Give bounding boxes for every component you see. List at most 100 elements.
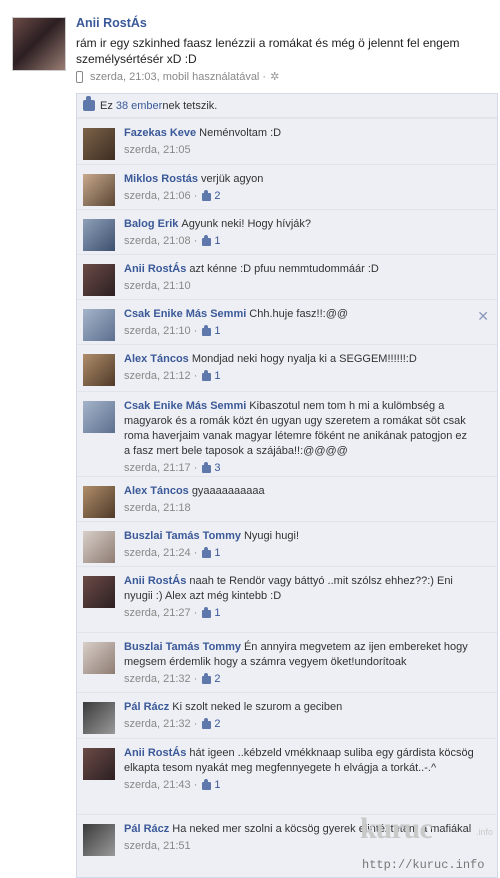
comment-author[interactable]: Alex Táncos <box>124 353 189 365</box>
comment-time[interactable]: szerda, 21:32 · <box>124 717 197 732</box>
watermark-url: http://kuruc.info <box>362 858 485 872</box>
comment-meta: szerda, 21:06 · 2 <box>124 189 474 204</box>
like-count[interactable]: 1 <box>214 606 220 621</box>
like-icon[interactable] <box>202 369 212 381</box>
mobile-phone-icon <box>76 70 83 83</box>
comment: Csak Enike Más Semmi Kibaszotul nem tom h… <box>77 391 497 476</box>
comment-text: gyaaaaaaaaaa <box>191 485 265 497</box>
comment: Fazekas Keve Neménvoltam :D szerda, 21:05 <box>77 118 497 164</box>
thumbs-up-icon <box>83 96 95 111</box>
comment-author[interactable]: Pál Rácz <box>124 701 169 713</box>
like-icon[interactable] <box>202 672 212 684</box>
comment-meta: szerda, 21:05 <box>124 143 474 158</box>
comment-body: Buszlai Tamás Tommy Én annyira megvetem a… <box>124 640 474 687</box>
comment-meta: szerda, 21:27 · 1 <box>124 606 474 621</box>
comment-body: Anii RostÁs hát igeen ..kébzeld vmékknaap… <box>124 746 474 793</box>
comment-author[interactable]: Buszlai Tamás Tommy <box>124 530 241 542</box>
commenter-avatar[interactable] <box>83 576 115 608</box>
comment: Anii RostÁs naah te Rendör vagy báttyó ..… <box>77 566 497 632</box>
commenter-avatar[interactable] <box>83 354 115 386</box>
comment-meta: szerda, 21:32 · 2 <box>124 717 474 732</box>
comment-time[interactable]: szerda, 21:24 · <box>124 546 197 561</box>
commenter-avatar[interactable] <box>83 219 115 251</box>
comment-author[interactable]: Alex Táncos <box>124 485 189 497</box>
comment-body: Anii RostÁs azt kénne :D pfuu nemmtudommá… <box>124 262 474 294</box>
commenter-avatar[interactable] <box>83 824 115 856</box>
like-count[interactable]: 2 <box>214 189 220 204</box>
like-icon[interactable] <box>202 189 212 201</box>
comment-author[interactable]: Fazekas Keve <box>124 127 196 139</box>
like-count[interactable]: 1 <box>214 324 220 339</box>
comment-meta: szerda, 21:43 · 1 <box>124 778 474 793</box>
gear-icon[interactable]: ✲ <box>270 70 279 83</box>
comment-meta: szerda, 21:32 · 2 <box>124 672 474 687</box>
likes-summary: Ez 38 ember nek tetszik. <box>77 94 497 118</box>
comment-author[interactable]: Anii RostÁs <box>124 575 186 587</box>
commenter-avatar[interactable] <box>83 309 115 341</box>
like-count[interactable]: 1 <box>214 778 220 793</box>
comment-time[interactable]: szerda, 21:27 · <box>124 606 197 621</box>
like-icon[interactable] <box>202 606 212 618</box>
like-icon[interactable] <box>202 461 212 473</box>
like-count[interactable]: 1 <box>214 234 220 249</box>
comment-time[interactable]: szerda, 21:10 <box>124 279 191 294</box>
comment-meta: szerda, 21:17 · 3 <box>124 461 474 476</box>
comment-time[interactable]: szerda, 21:10 · <box>124 324 197 339</box>
comment-time[interactable]: szerda, 21:18 <box>124 501 191 516</box>
comment: Buszlai Tamás Tommy Nyugi hugi! szerda, 2… <box>77 521 497 566</box>
comment-author[interactable]: Miklos Rostás <box>124 173 198 185</box>
like-icon[interactable] <box>202 234 212 246</box>
like-icon[interactable] <box>202 324 212 336</box>
comment-author[interactable]: Pál Rácz <box>124 823 169 835</box>
commenter-avatar[interactable] <box>83 174 115 206</box>
comment-time[interactable]: szerda, 21:43 · <box>124 778 197 793</box>
comment-body: Buszlai Tamás Tommy Nyugi hugi! szerda, 2… <box>124 529 474 561</box>
comment-time[interactable]: szerda, 21:51 <box>124 839 191 854</box>
comment-time[interactable]: szerda, 21:06 · <box>124 189 197 204</box>
comment-author[interactable]: Anii RostÁs <box>124 263 186 275</box>
comment-meta: szerda, 21:10 <box>124 279 474 294</box>
comment-author[interactable]: Balog Erik <box>124 218 178 230</box>
comment-text: Neménvoltam :D <box>199 127 282 139</box>
comment-author[interactable]: Buszlai Tamás Tommy <box>124 641 241 653</box>
like-count[interactable]: 2 <box>214 672 220 687</box>
post-author-name[interactable]: Anii RostÁs <box>76 16 147 30</box>
comment-meta: szerda, 21:08 · 1 <box>124 234 474 249</box>
like-count[interactable]: 1 <box>214 369 220 384</box>
comment-body: Alex Táncos Mondjad neki hogy nyalja ki a… <box>124 352 474 384</box>
commenter-avatar[interactable] <box>83 748 115 780</box>
post-timestamp[interactable]: szerda, 21:03, mobil használatával · <box>90 71 266 83</box>
commenter-avatar[interactable] <box>83 401 115 433</box>
comment-time[interactable]: szerda, 21:12 · <box>124 369 197 384</box>
post-author-avatar[interactable] <box>12 17 66 71</box>
like-count[interactable]: 2 <box>214 717 220 732</box>
like-count[interactable]: 1 <box>214 546 220 561</box>
comment-text: Ki szolt neked le szurom a geciben <box>172 701 343 713</box>
comment-meta: szerda, 21:18 <box>124 501 474 516</box>
comment-text: Mondjad neki hogy nyalja ki a SEGGEM!!!!… <box>191 353 417 365</box>
comment-time[interactable]: szerda, 21:08 · <box>124 234 197 249</box>
commenter-avatar[interactable] <box>83 486 115 518</box>
commenter-avatar[interactable] <box>83 642 115 674</box>
watermark-tld: .info <box>476 827 494 837</box>
like-icon[interactable] <box>202 778 212 790</box>
commenter-avatar[interactable] <box>83 702 115 734</box>
commenter-avatar[interactable] <box>83 128 115 160</box>
like-count[interactable]: 3 <box>214 461 220 476</box>
comment-meta: szerda, 21:12 · 1 <box>124 369 474 384</box>
like-icon[interactable] <box>202 546 212 558</box>
comment-time[interactable]: szerda, 21:32 · <box>124 672 197 687</box>
likes-prefix: Ez <box>100 99 113 112</box>
comment-body: Pál Rácz Ki szolt neked le szurom a gecib… <box>124 700 474 732</box>
comment-author[interactable]: Csak Enike Más Semmi <box>124 308 246 320</box>
comment-time[interactable]: szerda, 21:05 <box>124 143 191 158</box>
like-icon[interactable] <box>202 717 212 729</box>
comment-author[interactable]: Csak Enike Más Semmi <box>124 400 246 412</box>
comment-meta: szerda, 21:24 · 1 <box>124 546 474 561</box>
commenter-avatar[interactable] <box>83 264 115 296</box>
comment-time[interactable]: szerda, 21:17 · <box>124 461 197 476</box>
close-icon[interactable]: ✕ <box>477 308 489 325</box>
commenter-avatar[interactable] <box>83 531 115 563</box>
likes-count-link[interactable]: 38 ember <box>116 100 162 112</box>
comment-author[interactable]: Anii RostÁs <box>124 747 186 759</box>
